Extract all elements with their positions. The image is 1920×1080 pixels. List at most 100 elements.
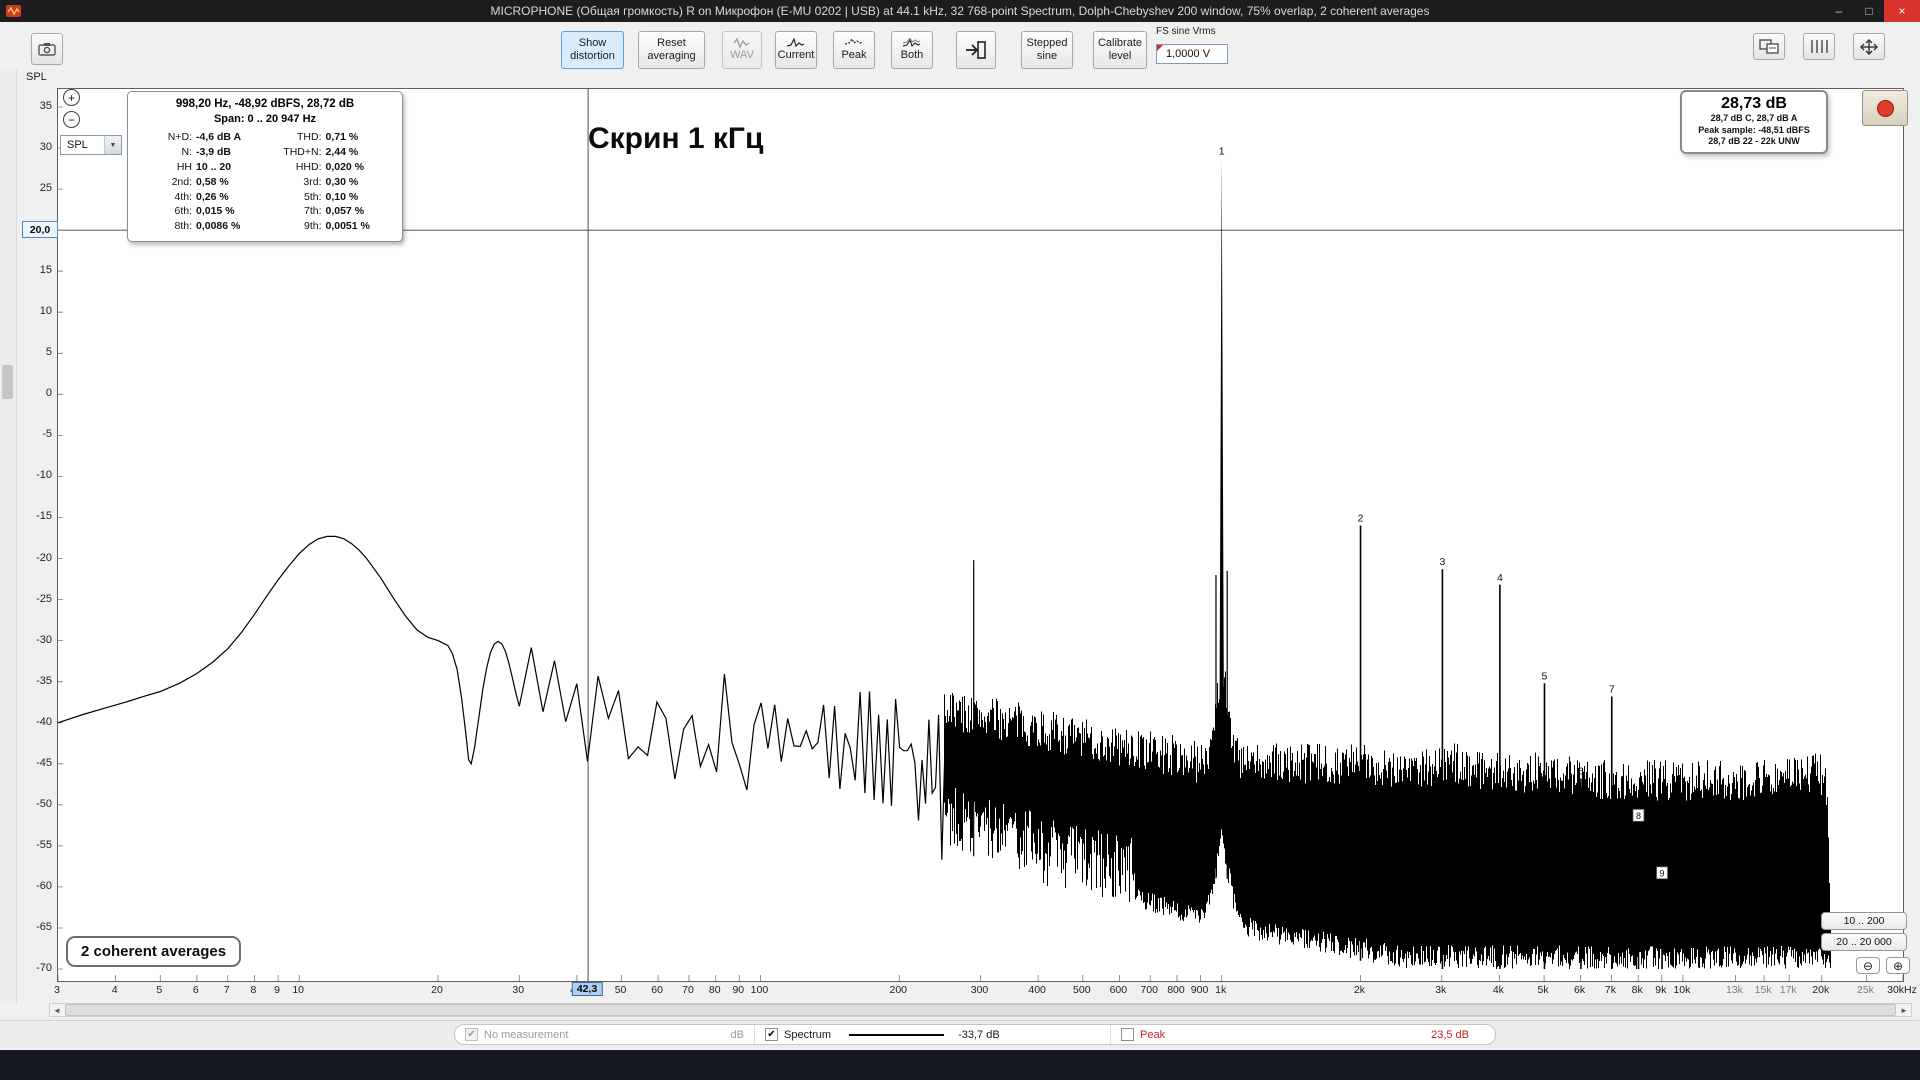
export-button[interactable] <box>956 31 996 69</box>
x-tick-label: 7k <box>1604 984 1617 996</box>
horizontal-scrollbar-thumb[interactable] <box>65 1004 1896 1016</box>
harmonic-label: 5 <box>1542 670 1548 682</box>
x-tick-label: 30 <box>512 984 525 996</box>
x-tick-label: 8 <box>250 984 257 996</box>
close-button[interactable]: × <box>1884 0 1920 22</box>
trace-legend-group: ✔ No measurement dB ✔ Spectrum -33,7 dB … <box>454 1024 1496 1045</box>
bottom-panel <box>0 1050 1920 1080</box>
show-distortion-button[interactable]: Show distortion <box>561 31 624 69</box>
x-tick-label: 7 <box>223 984 230 996</box>
y-tick-label: -60 <box>36 879 52 892</box>
readout-row: HH 10 .. 20 HHD: 0,020 % <box>176 160 365 173</box>
cursor-readout-line: 998,20 Hz, -48,92 dBFS, 28,72 dB <box>175 98 355 110</box>
vertical-scrollbar[interactable] <box>0 70 17 1003</box>
range-10-200-button[interactable]: 10 .. 200 <box>1821 912 1907 930</box>
level-meter-detail-2: Peak sample: -48,51 dBFS <box>1698 124 1810 135</box>
pan-zoom-button[interactable] <box>1853 33 1885 60</box>
status-bar: ✔ No measurement dB ✔ Spectrum -33,7 dB … <box>0 1020 1920 1048</box>
harmonic-label: 8 <box>1636 811 1641 821</box>
wav-button[interactable]: WAV <box>722 31 762 69</box>
x-tick-label: 4 <box>111 984 118 996</box>
reset-averaging-button[interactable]: Reset averaging <box>638 31 705 69</box>
current-spectrum-button[interactable]: Current <box>775 31 817 69</box>
window-controls: – □ × <box>1824 0 1920 22</box>
minimize-button[interactable]: – <box>1824 0 1854 22</box>
dual-display-icon <box>1759 39 1779 54</box>
x-tick-label: 3k <box>1435 984 1447 996</box>
measurement-readout-panel: 998,20 Hz, -48,92 dBFS, 28,72 dB Span: 0… <box>127 91 403 243</box>
calibrate-level-button[interactable]: Calibrate level <box>1093 31 1147 69</box>
peak-level-value: 23,5 dB <box>1431 1028 1469 1041</box>
level-meter-detail-3: 28,7 dB 22 - 22k UNW <box>1708 136 1800 147</box>
camera-icon <box>38 43 56 56</box>
fundamental-peak <box>1219 158 1225 789</box>
y-tick-label: 0 <box>45 387 52 400</box>
x-tick-label: 900 <box>1190 984 1209 996</box>
snapshot-button[interactable] <box>31 33 63 65</box>
x-tick-label: 2k <box>1353 984 1366 996</box>
x-tick-label: 20 <box>431 984 443 996</box>
x-tick-label: 10 <box>292 984 305 996</box>
x-tick-label: 50 <box>614 984 627 996</box>
level-meter-detail-1: 28,7 dB C, 28,7 dB A <box>1710 113 1798 123</box>
x-tick-label: 6k <box>1574 984 1586 996</box>
horizontal-zoom-out-button[interactable]: ⊖ <box>1856 957 1880 974</box>
x-tick-label: 700 <box>1140 984 1158 996</box>
x-tick-label: 70 <box>682 984 694 996</box>
x-tick-label: 9k <box>1655 984 1667 996</box>
pan-arrows-icon <box>1860 38 1878 55</box>
y-tick-label: -35 <box>36 674 52 687</box>
peak-checkbox[interactable] <box>1121 1028 1134 1041</box>
y-tick-label: 25 <box>39 182 52 195</box>
app-icon <box>6 5 21 17</box>
vertical-zoom-in-button[interactable]: + <box>63 89 80 106</box>
current-trace-icon <box>787 38 805 48</box>
both-spectra-button[interactable]: Both <box>891 31 933 69</box>
no-measurement-checkbox[interactable]: ✔ <box>465 1028 478 1041</box>
readout-row: 6th: 0,015 % 7th: 0,057 % <box>174 205 365 218</box>
record-button[interactable] <box>1862 90 1908 126</box>
y-tick-label: -20 <box>36 551 52 564</box>
dual-display-button[interactable] <box>1753 33 1785 60</box>
spectrum-checkbox[interactable]: ✔ <box>765 1028 778 1041</box>
horizontal-scrollbar[interactable]: ◄ ► <box>49 1003 1912 1017</box>
y-tick-label: 10 <box>39 305 52 318</box>
app-window: MICROPHONE (Общая громкость) R on Микроф… <box>0 0 1920 1080</box>
fs-sine-input[interactable]: 1,0000 V <box>1156 44 1228 64</box>
grid-columns-icon <box>1811 40 1828 53</box>
range-20-20000-button[interactable]: 20 .. 20 000 <box>1821 933 1907 951</box>
peak-spectrum-button[interactable]: Peak <box>833 31 875 69</box>
stepped-sine-button[interactable]: Stepped sine <box>1021 31 1073 69</box>
level-meter-panel: 28,73 dB 28,7 dB C, 28,7 dB A Peak sampl… <box>1680 90 1828 155</box>
vertical-scrollbar-thumb[interactable] <box>2 365 13 399</box>
readout-row: 4th: 0,26 % 5th: 0,10 % <box>174 190 359 203</box>
edited-flag-icon <box>1157 45 1163 51</box>
grid-columns-button[interactable] <box>1803 33 1835 60</box>
y-tick-label: 5 <box>45 346 52 359</box>
scroll-left-icon[interactable]: ◄ <box>50 1004 64 1016</box>
chevron-down-icon: ▼ <box>104 136 121 154</box>
vertical-zoom-out-button[interactable]: − <box>63 111 80 128</box>
horizontal-zoom-in-button[interactable]: ⊕ <box>1886 957 1910 974</box>
x-tick-label: 5k <box>1537 984 1549 996</box>
scroll-right-icon[interactable]: ► <box>1897 1004 1911 1016</box>
spectrum-level-value: -33,7 dB <box>958 1028 1000 1041</box>
x-tick-label: 600 <box>1109 984 1128 996</box>
x-tick-label: 3 <box>54 984 60 996</box>
fs-sine-label: FS sine Vrms <box>1156 26 1216 37</box>
maximize-button[interactable]: □ <box>1854 0 1884 22</box>
frequency-cursor-readout[interactable]: 42,3 <box>571 982 603 996</box>
scale-select[interactable]: SPL ▼ <box>60 135 122 155</box>
y-tick-label: 30 <box>39 141 52 154</box>
export-arrow-icon <box>966 41 986 59</box>
harmonic-label: 4 <box>1497 572 1503 584</box>
x-tick-label: 500 <box>1073 984 1091 996</box>
checkmark-icon: ✔ <box>767 1028 776 1040</box>
x-tick-label: 25k <box>1857 984 1874 996</box>
plot-annotation: Скрин 1 кГц <box>588 122 764 155</box>
level-meter-value: 28,73 dB <box>1721 95 1787 112</box>
averages-badge: 2 coherent averages <box>66 936 242 967</box>
readout-row: N: -3,9 dB THD+N: 2,44 % <box>181 146 359 159</box>
level-cursor-readout[interactable]: 20,0 <box>22 221 58 239</box>
harmonic-label: 6 <box>1578 766 1584 778</box>
